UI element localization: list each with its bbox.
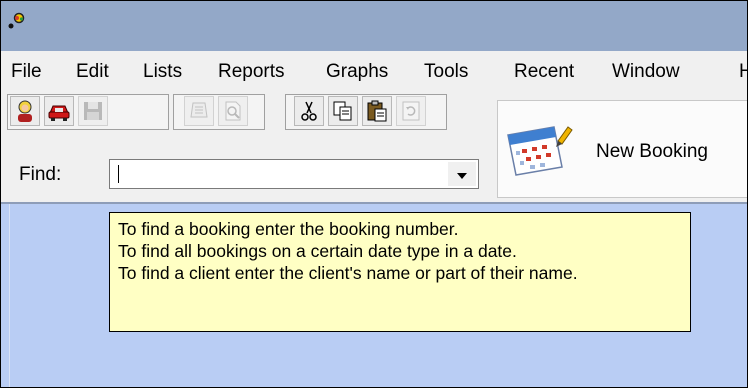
- print-preview-icon: [225, 101, 241, 121]
- save-icon: [84, 102, 102, 120]
- new-booking-label: New Booking: [596, 141, 708, 162]
- cut-button[interactable]: [294, 96, 324, 126]
- calendar-icon: [507, 126, 573, 176]
- print-button[interactable]: [184, 96, 214, 126]
- copy-button[interactable]: [328, 96, 358, 126]
- toolbar-group-records: [7, 94, 169, 130]
- menu-lists[interactable]: Lists: [143, 61, 182, 83]
- refresh-button[interactable]: [396, 96, 426, 126]
- copy-icon: [333, 101, 352, 121]
- toolbar-group-clipboard: [285, 94, 447, 130]
- menu-window[interactable]: Window: [612, 61, 680, 83]
- toolbar-group-print: [173, 94, 265, 130]
- menu-file[interactable]: File: [11, 61, 42, 83]
- paste-button[interactable]: [362, 96, 392, 126]
- title-bar: [1, 1, 747, 51]
- find-help-tooltip: To find a booking enter the booking numb…: [109, 212, 691, 332]
- vehicle-button[interactable]: [44, 96, 74, 126]
- content-edge: [9, 204, 10, 387]
- find-label: Find:: [19, 164, 62, 185]
- menu-tools[interactable]: Tools: [424, 61, 468, 83]
- menu-edit[interactable]: Edit: [76, 61, 109, 83]
- text-caret: [118, 165, 119, 183]
- refresh-icon: [402, 101, 420, 121]
- save-button[interactable]: [78, 96, 108, 126]
- find-combobox[interactable]: [109, 159, 479, 189]
- app-window: File Edit Lists Reports Graphs Tools Rec…: [0, 0, 748, 388]
- find-dropdown-button[interactable]: [448, 162, 476, 186]
- paste-icon: [367, 100, 387, 122]
- tooltip-line: To find a booking enter the booking numb…: [118, 219, 459, 239]
- mdi-client-area: To find a booking enter the booking numb…: [1, 202, 747, 387]
- car-icon: [48, 105, 70, 121]
- menu-reports[interactable]: Reports: [218, 61, 285, 83]
- toolbar: Find: New Booking: [1, 88, 747, 200]
- spacer-slot: [112, 96, 142, 126]
- app-icon: [8, 12, 25, 29]
- tooltip-line: To find all bookings on a certain date t…: [118, 241, 517, 261]
- menu-recent[interactable]: Recent: [514, 61, 574, 83]
- tooltip-line: To find a client enter the client's name…: [118, 263, 578, 283]
- print-preview-button[interactable]: [218, 96, 248, 126]
- cut-icon: [301, 101, 317, 121]
- client-button[interactable]: [10, 96, 40, 126]
- new-booking-button[interactable]: New Booking: [497, 100, 747, 198]
- find-input[interactable]: [116, 163, 436, 185]
- print-icon: [190, 102, 208, 118]
- menu-graphs[interactable]: Graphs: [326, 61, 388, 83]
- menu-bar: File Edit Lists Reports Graphs Tools Rec…: [1, 53, 747, 87]
- menu-help[interactable]: H: [739, 61, 747, 83]
- client-icon: [18, 100, 32, 122]
